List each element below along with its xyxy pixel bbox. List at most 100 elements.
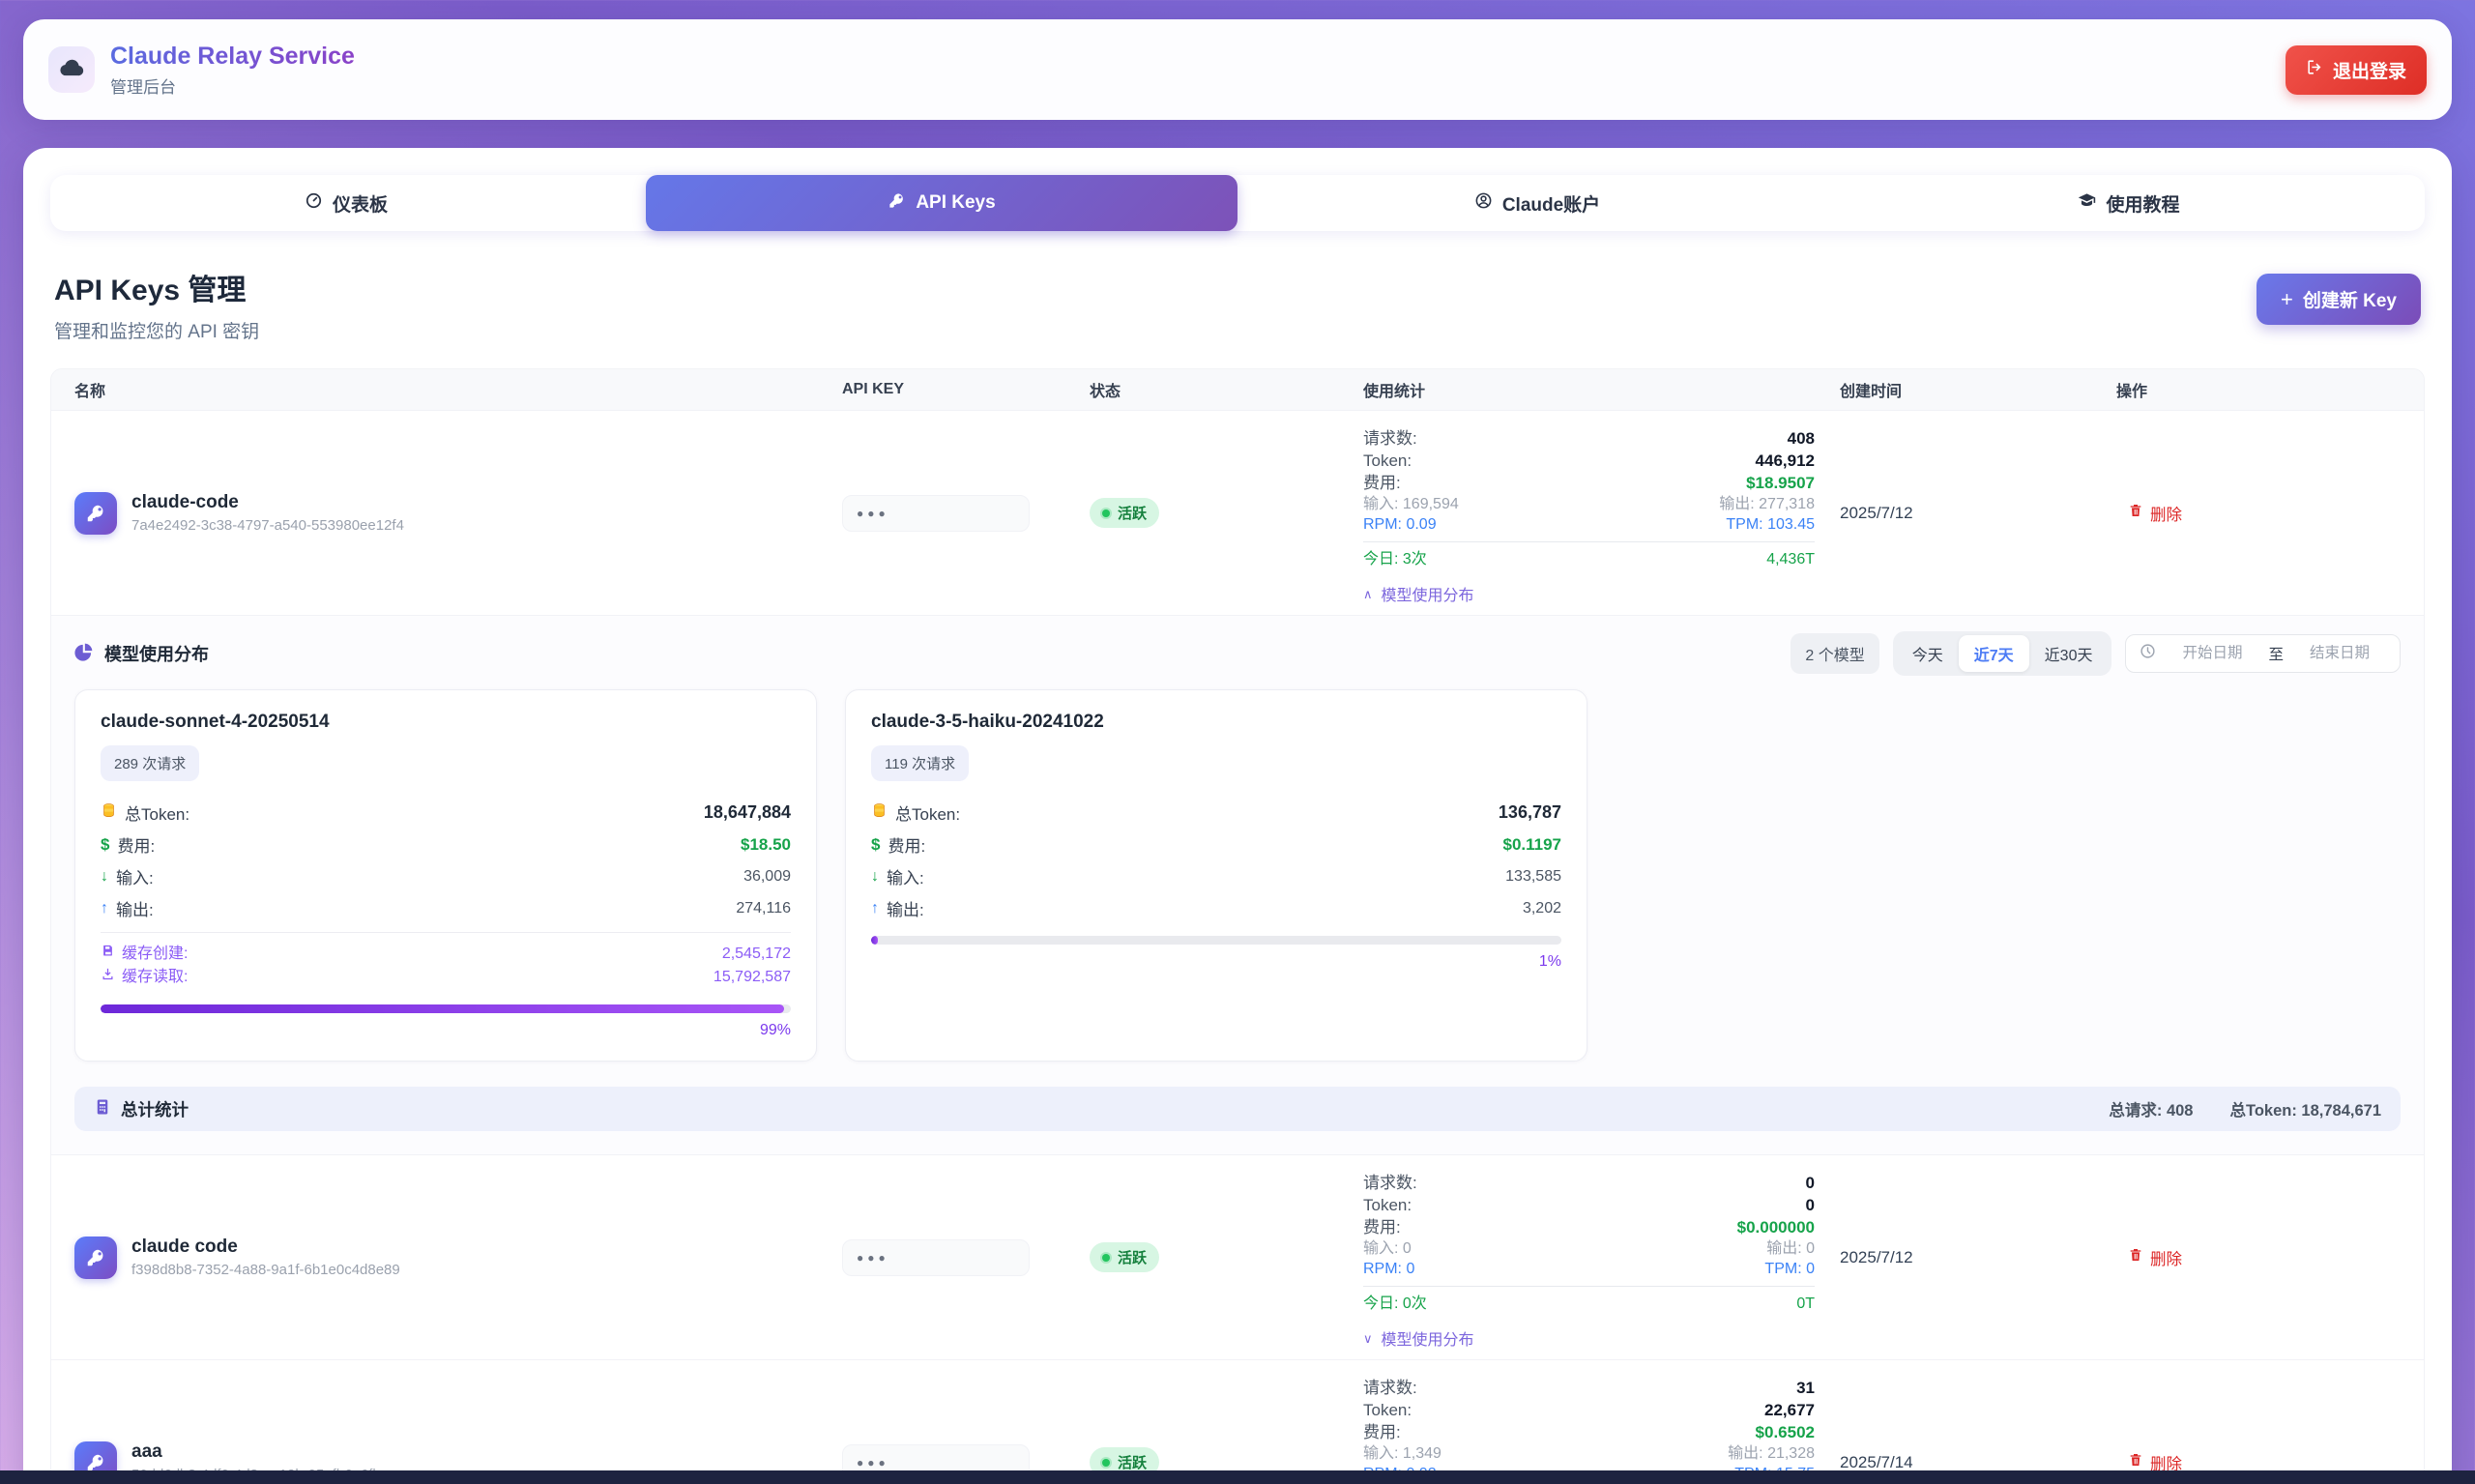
model-count-badge: 2 个模型 xyxy=(1791,633,1878,674)
stat-label: Token: xyxy=(1363,450,1412,472)
tab-dashboard[interactable]: 仪表板 xyxy=(50,175,642,231)
key-badge-icon xyxy=(74,492,117,535)
model-total-token: 18,647,884 xyxy=(704,802,791,823)
key-badge-icon xyxy=(74,1237,117,1279)
logout-button[interactable]: 退出登录 xyxy=(2286,45,2427,95)
range-30d[interactable]: 近30天 xyxy=(2029,635,2109,672)
model-name: claude-3-5-haiku-20241022 xyxy=(871,712,1561,733)
coins-icon xyxy=(101,802,117,824)
today-line: 今日: 3次 4,436T xyxy=(1363,549,1815,569)
totals-bar: 总计统计 总请求: 408 总Token: 18,784,671 xyxy=(74,1087,2401,1131)
app-title: Claude Relay Service xyxy=(110,43,355,71)
model-name: claude-sonnet-4-20250514 xyxy=(101,712,791,733)
status-dot-icon xyxy=(1102,509,1110,517)
model-requests-badge: 119 次请求 xyxy=(871,745,969,781)
stat-value: 408 xyxy=(1788,427,1815,450)
stat-value: 0 xyxy=(1806,1172,1815,1194)
table-row: aaa 50dd6db8-4df0-4d8e-a12b-95afb6e6fbcc… xyxy=(51,1359,2424,1484)
main-card: 仪表板 API Keys Claude账户 使用教程 xyxy=(23,148,2452,1484)
usage-stats-cell: 请求数:408 Token:446,912 费用:$18.9507 输入: 16… xyxy=(1363,411,1840,615)
status-label: 活跃 xyxy=(1118,1452,1147,1472)
stat-value: 22,677 xyxy=(1764,1399,1815,1421)
delete-button[interactable]: 删除 xyxy=(2116,1246,2401,1269)
cloud-icon xyxy=(58,54,85,86)
range-7d[interactable]: 近7天 xyxy=(1959,635,2029,672)
app-logo xyxy=(48,46,95,93)
chevron-down-icon: ∨ xyxy=(1363,1332,1373,1345)
divider xyxy=(1363,1286,1815,1287)
model-distribution-toggle[interactable]: ∧ 模型使用分布 xyxy=(1363,582,1474,605)
io-line: 输入: 0 输出: 0 xyxy=(1363,1238,1815,1259)
stat-label: 请求数: xyxy=(1363,427,1417,450)
today-line: 今日: 0次 0T xyxy=(1363,1294,1815,1314)
section-header: API Keys 管理 管理和监控您的 API 密钥 + 创建新 Key xyxy=(54,266,2421,343)
model-total-token: 136,787 xyxy=(1499,802,1561,823)
bottom-strip xyxy=(0,1470,2475,1484)
key-id: f398d8b8-7352-4a88-9a1f-6b1e0c4d8e89 xyxy=(131,1262,400,1278)
stat-label: 费用: xyxy=(1363,1216,1401,1238)
model-distribution-panel: 模型使用分布 2 个模型 今天 近7天 近30天 xyxy=(51,615,2424,1154)
trash-icon xyxy=(2128,503,2143,523)
usage-percent: 1% xyxy=(871,953,1561,971)
delete-label: 删除 xyxy=(2150,502,2182,525)
io-line: 输入: 1,349 输出: 21,328 xyxy=(1363,1443,1815,1464)
api-keys-table: 名称 API KEY 状态 使用统计 创建时间 操作 claude-code 7… xyxy=(50,368,2425,1484)
created-date: 2025/7/14 xyxy=(1840,1453,2116,1472)
tab-api-keys-label: API Keys xyxy=(916,192,995,214)
pie-chart-icon xyxy=(74,642,94,666)
model-distribution-toggle[interactable]: ∨ 模型使用分布 xyxy=(1363,1326,1474,1350)
col-usage: 使用统计 xyxy=(1363,378,1840,401)
model-input: 36,009 xyxy=(743,868,791,886)
date-range-picker: 至 xyxy=(2125,634,2401,673)
model-cards: claude-sonnet-4-20250514 289 次请求 总Token:… xyxy=(74,689,2401,1062)
delete-label: 删除 xyxy=(2150,1246,2182,1269)
tab-claude-account[interactable]: Claude账户 xyxy=(1241,175,1833,231)
stat-value: 31 xyxy=(1796,1377,1815,1399)
created-date: 2025/7/12 xyxy=(1840,504,2116,523)
usage-progress-bar xyxy=(871,936,1561,945)
coins-icon xyxy=(871,802,888,824)
key-name: claude code xyxy=(131,1237,400,1258)
usage-progress-fill xyxy=(871,936,878,945)
delete-button[interactable]: 删除 xyxy=(2116,502,2401,525)
end-date-input[interactable] xyxy=(2293,645,2386,662)
status-dot-icon xyxy=(1102,1254,1110,1262)
stat-label: 费用: xyxy=(1363,472,1401,494)
model-panel-header: 模型使用分布 2 个模型 今天 近7天 近30天 xyxy=(74,631,2401,676)
start-date-input[interactable] xyxy=(2166,645,2258,662)
col-created: 创建时间 xyxy=(1840,378,2116,401)
col-api-key: API KEY xyxy=(842,381,1090,398)
model-cost: $0.1197 xyxy=(1502,835,1561,855)
status-label: 活跃 xyxy=(1118,1247,1147,1267)
model-output: 3,202 xyxy=(1523,900,1561,917)
model-input: 133,585 xyxy=(1505,868,1561,886)
rate-line: RPM: 0 TPM: 0 xyxy=(1363,1259,1815,1279)
total-requests: 总请求: 408 xyxy=(2109,1097,2193,1120)
table-row: claude code f398d8b8-7352-4a88-9a1f-6b1e… xyxy=(51,1154,2424,1359)
range-segmented-control: 今天 近7天 近30天 xyxy=(1893,631,2112,676)
model-card: claude-sonnet-4-20250514 289 次请求 总Token:… xyxy=(74,689,817,1062)
usage-progress-fill xyxy=(101,1004,784,1013)
col-status: 状态 xyxy=(1090,378,1363,401)
totals-title: 总计统计 xyxy=(121,1097,189,1121)
create-key-button[interactable]: + 创建新 Key xyxy=(2257,274,2421,325)
stat-value: $0.6502 xyxy=(1756,1421,1815,1443)
tab-tutorial[interactable]: 使用教程 xyxy=(1833,175,2425,231)
masked-api-key[interactable]: ●●● xyxy=(842,1239,1030,1276)
page-title: API Keys 管理 xyxy=(54,266,259,308)
user-icon xyxy=(1474,191,1493,216)
stat-label: Token: xyxy=(1363,1194,1412,1216)
status-badge: 活跃 xyxy=(1090,1242,1159,1272)
calculator-icon xyxy=(94,1098,111,1120)
page-subtitle: 管理和监控您的 API 密钥 xyxy=(54,317,259,343)
range-today[interactable]: 今天 xyxy=(1897,635,1959,672)
tab-api-keys[interactable]: API Keys xyxy=(646,175,1238,231)
status-label: 活跃 xyxy=(1118,503,1147,523)
stat-label: 请求数: xyxy=(1363,1172,1417,1194)
masked-api-key[interactable]: ●●● xyxy=(842,495,1030,532)
usage-progress-bar xyxy=(101,1004,791,1013)
input-arrow-icon: ↓ xyxy=(871,868,879,886)
tab-tutorial-label: 使用教程 xyxy=(2106,190,2179,217)
trash-icon xyxy=(2128,1452,2143,1472)
table-row: claude-code 7a4e2492-3c38-4797-a540-5539… xyxy=(51,410,2424,615)
